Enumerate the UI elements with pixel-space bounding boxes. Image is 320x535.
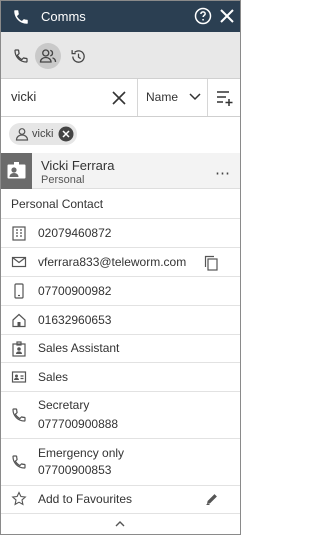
calls-mode-button[interactable]: [8, 43, 34, 69]
contact-type: Personal: [41, 174, 85, 186]
chevron-up-icon[interactable]: [115, 520, 125, 527]
contact-header[interactable]: Vicki Ferrara Personal ⋯: [1, 153, 240, 189]
phone-icon: [12, 408, 26, 422]
mobile-phone-icon: [14, 283, 24, 299]
sort-field-select[interactable]: Name: [146, 90, 178, 104]
field-row-business-phone[interactable]: 02079460872: [1, 218, 240, 247]
section-title: Personal Contact: [11, 197, 104, 211]
history-mode-button[interactable]: [65, 43, 91, 69]
filter-chip-row: vicki: [1, 117, 240, 153]
mode-bar: [1, 32, 240, 79]
field-value: 07700900853: [38, 463, 112, 477]
email-icon: [11, 256, 27, 268]
clear-search-icon[interactable]: [112, 91, 126, 105]
phone-icon: [12, 455, 26, 469]
person-icon: [15, 128, 29, 141]
help-icon[interactable]: [194, 7, 212, 25]
remove-chip-icon[interactable]: [58, 126, 74, 142]
field-row-secretary[interactable]: Secretary 077700900888: [1, 391, 240, 438]
field-row-mobile[interactable]: 07700900982: [1, 276, 240, 305]
phone-icon: [14, 10, 28, 24]
close-icon[interactable]: [220, 9, 234, 23]
add-to-favourites-label[interactable]: Add to Favourites: [38, 492, 132, 506]
contacts-mode-button[interactable]: [35, 43, 61, 69]
comms-panel: Comms Name vicki: [0, 0, 241, 535]
divider: [137, 79, 138, 116]
field-value: 077700900888: [38, 417, 119, 431]
favourites-row[interactable]: Add to Favourites: [1, 485, 240, 513]
phone-icon: [14, 49, 28, 63]
edit-icon[interactable]: [205, 492, 219, 506]
field-row-job-title[interactable]: Sales Assistant: [1, 334, 240, 362]
search-row: Name: [1, 79, 240, 117]
department-icon: [11, 371, 27, 383]
field-row-emergency[interactable]: Emergency only 07700900853: [1, 438, 240, 485]
contact-name: Vicki Ferrara: [41, 158, 115, 173]
field-value: 01632960653: [38, 313, 112, 327]
field-value: vferrara833@teleworm.com: [38, 255, 187, 269]
more-options-button[interactable]: ⋯: [215, 164, 231, 182]
window-title: Comms: [41, 9, 86, 24]
filter-chip-label: vicki: [32, 128, 54, 140]
field-value: 07700900982: [38, 284, 112, 298]
job-title-icon: [12, 341, 26, 357]
field-row-department[interactable]: Sales: [1, 362, 240, 391]
home-phone-icon: [12, 313, 26, 328]
search-input[interactable]: [11, 89, 101, 104]
field-label: Emergency only: [38, 446, 125, 460]
copy-icon[interactable]: [204, 255, 218, 271]
divider: [207, 79, 208, 116]
avatar: [1, 153, 32, 189]
contact-card-icon: [7, 162, 26, 179]
chevron-down-icon[interactable]: [189, 92, 201, 102]
collapse-bar[interactable]: [1, 513, 240, 534]
title-bar: Comms: [1, 1, 240, 32]
field-row-home-phone[interactable]: 01632960653: [1, 305, 240, 334]
field-label: Secretary: [38, 398, 90, 412]
field-row-email[interactable]: vferrara833@teleworm.com: [1, 247, 240, 276]
field-value: Sales: [38, 370, 69, 384]
field-value: 02079460872: [38, 226, 112, 240]
business-phone-icon: [12, 226, 26, 241]
contacts-icon: [39, 49, 57, 63]
history-icon: [70, 49, 85, 63]
star-icon[interactable]: [11, 491, 27, 507]
field-value: Sales Assistant: [38, 341, 120, 355]
add-filter-icon[interactable]: [216, 89, 234, 107]
filter-chip[interactable]: vicki: [9, 123, 77, 145]
